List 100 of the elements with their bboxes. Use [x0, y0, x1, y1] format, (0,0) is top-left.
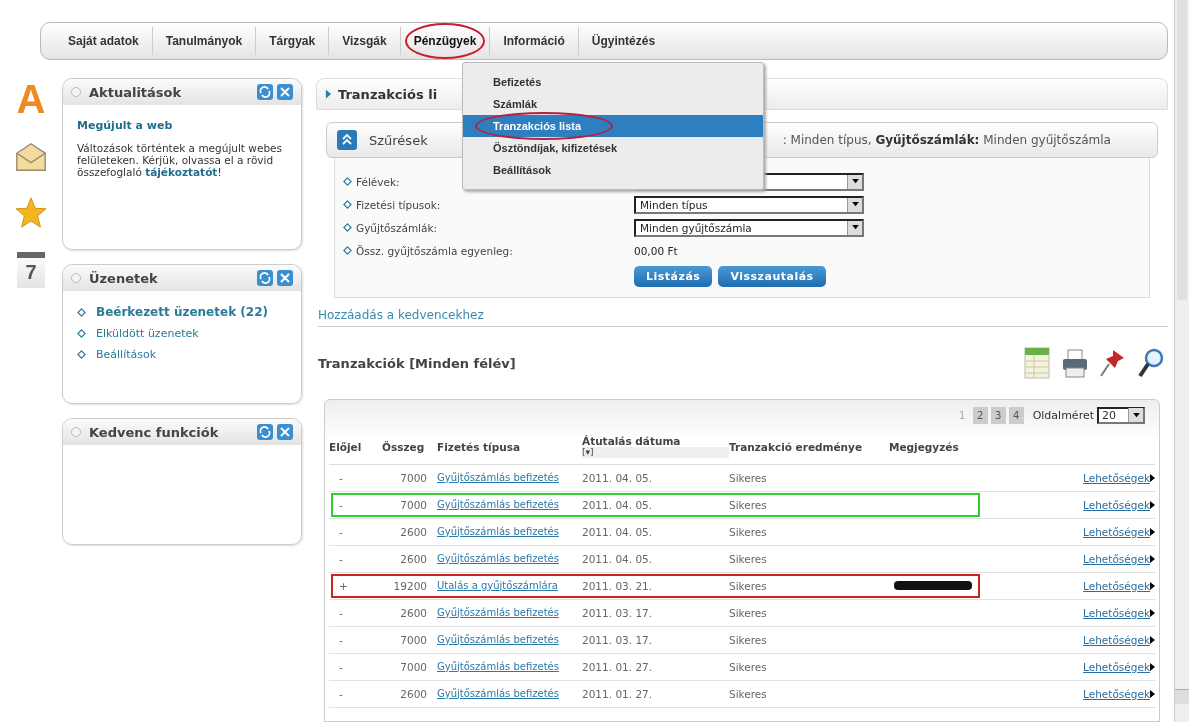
- panel-title: Aktualitások: [89, 84, 183, 100]
- column-header[interactable]: Tranzakció eredménye: [729, 441, 889, 453]
- options-link[interactable]: Lehetőségek: [1083, 553, 1155, 565]
- payment-type-link[interactable]: Gyűjtőszámlás befizetés: [437, 553, 582, 565]
- filter-summary: : Minden típus, Gyűjtőszámlák: Minden gyűjtőszámla: [782, 133, 1111, 147]
- payment-type-link[interactable]: Utalás a gyűjtőszámlára: [437, 580, 582, 592]
- close-icon[interactable]: [277, 270, 293, 286]
- table-cell-text: Sikeres: [729, 634, 768, 646]
- menu-item[interactable]: Tranzakciós lista: [463, 115, 763, 137]
- table-cell-text: -: [338, 553, 344, 565]
- calendar-icon[interactable]: 7: [17, 252, 45, 288]
- table-cell-text: 2600: [399, 553, 428, 565]
- action-button[interactable]: Visszautalás: [718, 266, 826, 287]
- menu-item[interactable]: Ösztöndíjak, kifizetések: [463, 137, 763, 159]
- nav-tab[interactable]: Ügyintézés: [578, 34, 669, 48]
- table-cell-text: 2011. 04. 05.: [582, 499, 654, 511]
- news-text: Változások történtek a megújult webes felületeken. Kérjük, olvassa el a rövid összefoglaló tájékoztatót!: [77, 142, 283, 178]
- message-link[interactable]: Beérkezett üzenetek (22): [96, 305, 268, 319]
- arrow-icon: [1150, 636, 1155, 644]
- nav-tab[interactable]: Vizsgák: [329, 34, 400, 48]
- nav-tab[interactable]: Saját adatok: [55, 34, 152, 48]
- column-header[interactable]: Előjel: [329, 441, 382, 453]
- column-header[interactable]: Megjegyzés: [889, 441, 1059, 453]
- page-link[interactable]: 2: [972, 406, 988, 424]
- envelope-icon[interactable]: [14, 140, 48, 174]
- page-size-select[interactable]: 20: [1097, 406, 1145, 424]
- spreadsheet-icon[interactable]: [1022, 346, 1052, 380]
- payment-type-link[interactable]: Gyűjtőszámlás befizetés: [437, 499, 582, 511]
- message-link[interactable]: Beállítások: [96, 348, 157, 361]
- refresh-icon[interactable]: [257, 270, 273, 286]
- bullet-icon: [71, 427, 81, 437]
- select-field[interactable]: Minden típus: [634, 195, 864, 214]
- scrollbar[interactable]: [1174, 0, 1189, 722]
- menu-item[interactable]: Számlák: [463, 93, 763, 115]
- page-link[interactable]: 4: [1008, 406, 1024, 424]
- options-link[interactable]: Lehetőségek: [1083, 634, 1155, 646]
- table-cell-text: +: [338, 580, 349, 592]
- refresh-icon[interactable]: [257, 84, 273, 100]
- payment-type-link[interactable]: Gyűjtőszámlás befizetés: [437, 688, 582, 700]
- field-label: Gyűjtőszámlák:: [356, 221, 438, 234]
- bullet-icon: [343, 223, 352, 232]
- nav-tab[interactable]: Tárgyak: [256, 34, 329, 48]
- filter-title[interactable]: Szűrések: [369, 132, 428, 148]
- page-size-label: Oldalméret: [1032, 408, 1094, 422]
- printer-icon[interactable]: [1060, 346, 1090, 380]
- bullet-icon: [71, 273, 81, 283]
- select-field[interactable]: Minden gyűjtőszámla: [634, 218, 864, 237]
- table-cell-text: 2011. 04. 05.: [582, 526, 654, 538]
- table-cell-text: 2011. 04. 05.: [582, 553, 654, 565]
- table-cell-text: 2011. 01. 27.: [582, 688, 654, 700]
- field-label: Félévek:: [356, 175, 400, 188]
- dropdown-icon: [851, 179, 859, 184]
- menu-item[interactable]: Beállítások: [463, 159, 763, 181]
- sort-indicator[interactable]: [▾]: [582, 447, 729, 458]
- payment-type-link[interactable]: Gyűjtőszámlás befizetés: [437, 634, 582, 646]
- table-cell-text: Sikeres: [729, 526, 768, 538]
- bullet-icon: [343, 246, 352, 255]
- close-icon[interactable]: [277, 84, 293, 100]
- arrow-icon: [1150, 609, 1155, 617]
- options-link[interactable]: Lehetőségek: [1083, 688, 1155, 700]
- news-heading[interactable]: Megújult a web: [77, 119, 287, 132]
- payment-type-link[interactable]: Gyűjtőszámlás befizetés: [437, 661, 582, 673]
- options-link[interactable]: Lehetőségek: [1083, 472, 1155, 484]
- collapse-icon[interactable]: [337, 130, 357, 150]
- options-link[interactable]: Lehetőségek: [1083, 661, 1155, 673]
- page-link[interactable]: 3: [990, 406, 1006, 424]
- table-cell-text: 2011. 03. 21.: [582, 580, 654, 592]
- options-link[interactable]: Lehetőségek: [1083, 526, 1155, 538]
- refresh-icon[interactable]: [257, 424, 273, 440]
- arrow-icon: [1150, 501, 1155, 509]
- table-cell-text: Sikeres: [729, 688, 768, 700]
- payment-type-link[interactable]: Gyűjtőszámlás befizetés: [437, 472, 582, 484]
- message-link[interactable]: Elküldött üzenetek: [96, 327, 199, 340]
- close-icon[interactable]: [277, 424, 293, 440]
- nav-tab[interactable]: Tanulmányok: [152, 34, 256, 48]
- bullet-icon: [343, 177, 352, 186]
- table-cell-text: 2011. 01. 27.: [582, 661, 654, 673]
- dropdown-icon: [851, 202, 859, 207]
- payment-type-link[interactable]: Gyűjtőszámlás befizetés: [437, 607, 582, 619]
- field-label: Össz. gyűjtőszámla egyenleg:: [356, 244, 513, 257]
- bullet-icon: [71, 87, 81, 97]
- field-label: Fizetési típusok:: [356, 198, 441, 211]
- bullet-icon: [77, 307, 86, 317]
- column-header[interactable]: Átutalás dátuma [▾]: [582, 436, 729, 458]
- action-button[interactable]: Listázás: [634, 266, 713, 287]
- section-title: Tranzakciók [Minden félév]: [318, 355, 516, 371]
- nav-tab[interactable]: Információ: [490, 34, 578, 48]
- column-header[interactable]: Összeg: [382, 441, 437, 453]
- options-link[interactable]: Lehetőségek: [1083, 607, 1155, 619]
- options-link[interactable]: Lehetőségek: [1083, 580, 1155, 592]
- magnifier-icon[interactable]: [1136, 346, 1166, 380]
- column-header[interactable]: Fizetés típusa: [437, 441, 582, 453]
- favorite-link[interactable]: Hozzáadás a kedvencekhez: [318, 308, 1168, 327]
- star-icon[interactable]: [14, 196, 48, 230]
- options-link[interactable]: Lehetőségek: [1083, 499, 1155, 511]
- payment-type-link[interactable]: Gyűjtőszámlás befizetés: [437, 526, 582, 538]
- nav-tab[interactable]: Pénzügyek: [400, 34, 490, 48]
- table-cell-text: 19200: [392, 580, 428, 592]
- menu-item[interactable]: Befizetés: [463, 71, 763, 93]
- table-cell-text: 7000: [399, 634, 428, 646]
